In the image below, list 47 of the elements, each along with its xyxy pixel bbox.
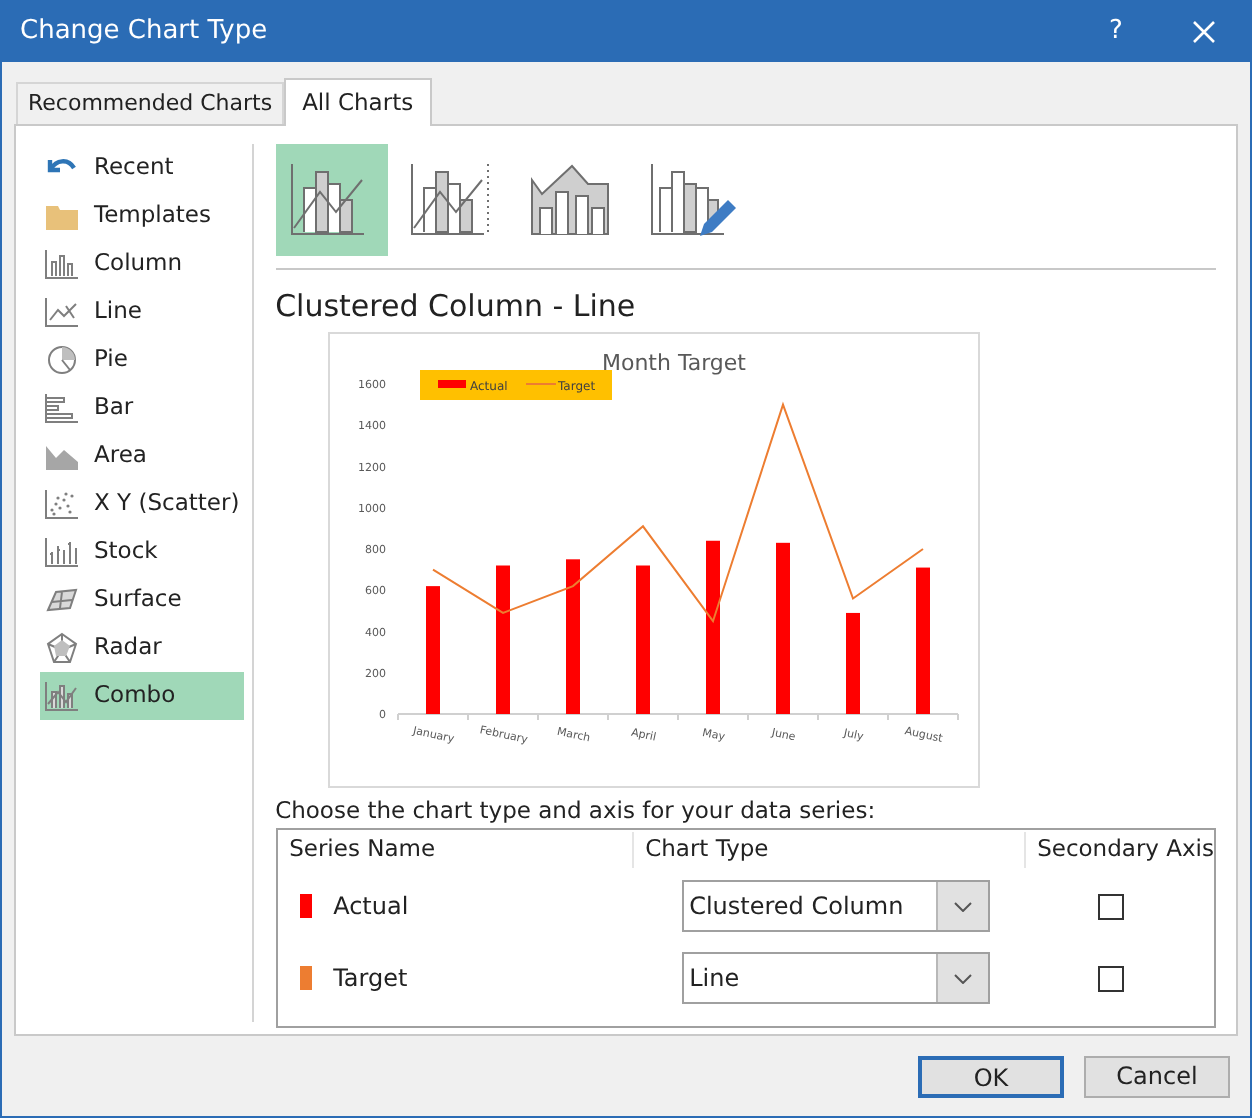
tab[interactable]: All Charts [284,78,432,126]
secondary-axis-checkbox[interactable] [1098,965,1125,991]
chevron-down-icon [953,901,972,911]
chart-type-dropdown[interactable]: Line [681,952,990,1004]
chart-category-item[interactable]: Templates [40,192,244,240]
close-icon [1192,20,1216,44]
line-chart-icon [44,296,80,328]
surface-chart-icon [44,584,80,616]
subtype-title: Clustered Column - Line [275,286,638,326]
stock-chart-icon [44,536,80,568]
chart-category-item[interactable]: Radar [40,624,244,672]
chart-category-item[interactable]: Recent [40,144,244,192]
column-bar [845,612,860,714]
chart-category-item[interactable]: Pie [40,336,244,384]
chart-title: Month Target [601,350,746,376]
column-bar [425,586,440,714]
chart-category-item[interactable]: Column [40,240,244,288]
chart-subtype-button[interactable] [275,144,388,256]
chart-category-item[interactable]: X Y (Scatter) [40,480,244,528]
secondary-axis-checkbox[interactable] [1098,893,1125,919]
series-name: Target [333,962,408,996]
radar-chart-icon [44,632,80,664]
combo-chart-icon [44,680,80,712]
window-title: Change Chart Type [20,14,270,51]
chart-category-item[interactable]: Line [40,288,244,336]
pie-chart-icon [44,344,80,376]
series-caption: Choose the chart type and axis for your data series: [275,796,878,826]
chart-category-item[interactable]: Area [40,432,244,480]
folder-icon [44,200,80,232]
column-header: Chart Type [633,832,1026,868]
chart-category-item[interactable]: Combo [40,672,244,720]
dialog-button[interactable]: OK [918,1055,1064,1097]
tab[interactable]: Recommended Charts [16,82,285,124]
bar-chart-icon [44,392,80,424]
chart-category-item[interactable]: Bar [40,384,244,432]
series-name: Actual [333,890,409,924]
dialog-button[interactable]: Cancel [1084,1055,1230,1097]
chart-type-dropdown[interactable]: Clustered Column [681,880,990,932]
chart-category-item[interactable]: Stock [40,528,244,576]
scatter-chart-icon [44,488,80,520]
column-header: Series Name [277,832,634,868]
help-button[interactable]: ? [1074,2,1158,62]
chart-category-item[interactable]: Surface [40,576,244,624]
column-chart-icon [44,248,80,280]
chevron-down-icon [953,973,972,983]
custom-combo-pencil-icon [647,160,736,240]
column-header: Secondary Axis [1035,832,1214,867]
